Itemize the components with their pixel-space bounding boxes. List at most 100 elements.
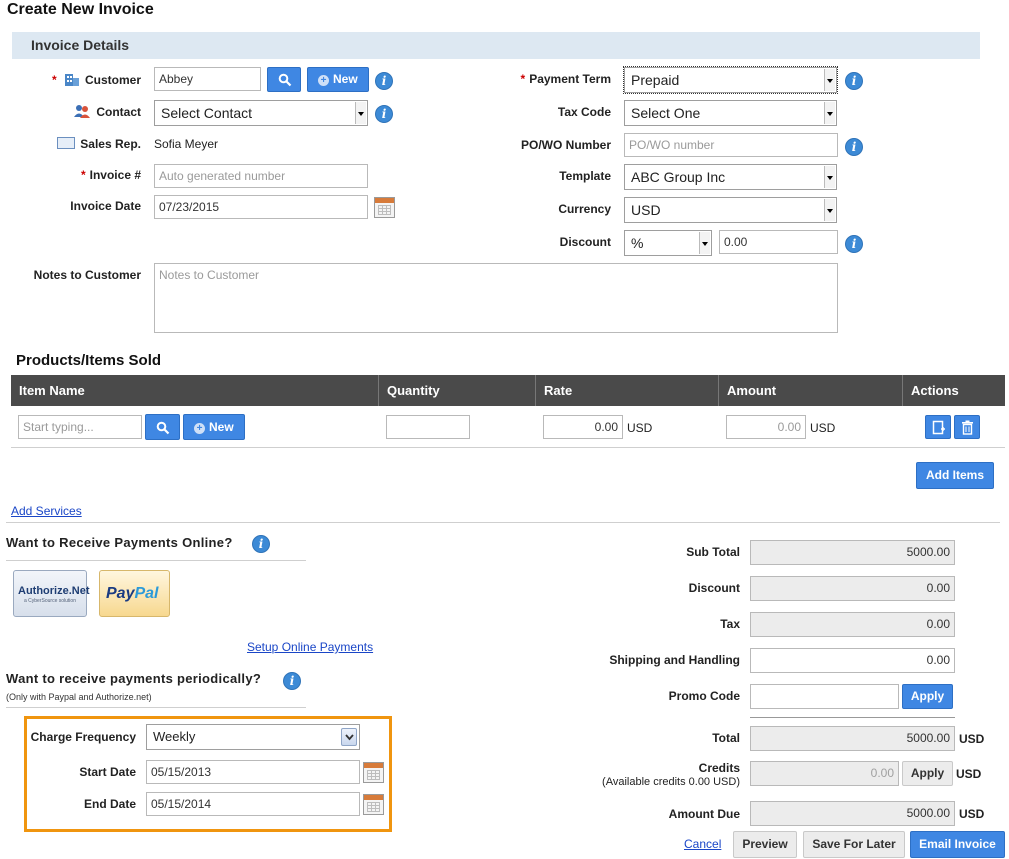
- notes-label: Notes to Customer: [33, 268, 141, 282]
- contact-info-icon[interactable]: i: [375, 105, 393, 123]
- promo-apply-button[interactable]: Apply: [902, 684, 953, 709]
- tax-code-select[interactable]: Select One: [624, 100, 837, 126]
- available-credits-note: (Available credits 0.00 USD): [602, 776, 740, 788]
- credits-currency: USD: [956, 767, 982, 781]
- periodic-heading: Want to receive payments periodically?: [6, 671, 262, 686]
- cancel-link[interactable]: Cancel: [684, 837, 721, 851]
- contact-label: Contact: [40, 104, 141, 119]
- charge-frequency-label: Charge Frequency: [30, 730, 136, 744]
- po-wo-input[interactable]: PO/WO number: [624, 133, 838, 157]
- add-services-link[interactable]: Add Services: [11, 504, 82, 518]
- amount-due-currency: USD: [959, 807, 985, 821]
- paypal-logo[interactable]: PayPal: [99, 570, 170, 617]
- authorize-net-logo[interactable]: Authorize.Net a CyberSource solution: [13, 570, 90, 617]
- invoice-date-input[interactable]: 07/23/2015: [154, 195, 368, 219]
- col-item-name: Item Name: [19, 383, 85, 398]
- delete-row-button[interactable]: [954, 415, 980, 439]
- col-amount: Amount: [727, 383, 777, 398]
- discount-summary-value: 0.00: [750, 576, 955, 601]
- online-payments-divider: [6, 560, 306, 561]
- tax-code-label: Tax Code: [557, 105, 611, 119]
- template-select[interactable]: ABC Group Inc: [624, 164, 837, 190]
- promo-code-input[interactable]: [750, 684, 899, 709]
- chevron-down-icon: [355, 102, 366, 124]
- customer-input[interactable]: Abbey: [154, 67, 261, 91]
- item-new-button[interactable]: + New: [183, 414, 245, 440]
- item-search-button[interactable]: [145, 414, 180, 440]
- periodic-info-icon[interactable]: i: [283, 672, 301, 690]
- start-date-input[interactable]: 05/15/2013: [146, 760, 360, 784]
- total-value: 5000.00: [750, 726, 955, 751]
- invoice-number-input[interactable]: Auto generated number: [154, 164, 368, 188]
- end-date-label: End Date: [83, 797, 136, 811]
- notes-textarea[interactable]: Notes to Customer: [154, 263, 838, 333]
- periodic-divider: [6, 707, 306, 708]
- currency-label: Currency: [558, 202, 611, 216]
- calendar-icon[interactable]: [374, 197, 395, 218]
- col-quantity: Quantity: [387, 383, 440, 398]
- online-payments-info-icon[interactable]: i: [252, 535, 270, 553]
- chevron-down-icon: [341, 728, 357, 746]
- discount-summary-label: Discount: [688, 581, 740, 595]
- email-invoice-button[interactable]: Email Invoice: [910, 831, 1005, 858]
- discount-info-icon[interactable]: i: [845, 235, 863, 253]
- add-document-icon: [932, 420, 945, 435]
- invoice-date-label: Invoice Date: [70, 199, 141, 213]
- discount-label: Discount: [559, 235, 611, 249]
- customer-info-icon[interactable]: i: [375, 72, 393, 90]
- item-name-input[interactable]: Start typing...: [18, 415, 142, 439]
- plus-icon: +: [318, 75, 329, 86]
- shipping-label: Shipping and Handling: [609, 653, 740, 667]
- currency-select[interactable]: USD: [624, 197, 837, 223]
- online-payments-heading: Want to Receive Payments Online?: [6, 535, 233, 550]
- charge-frequency-select[interactable]: Weekly: [146, 724, 360, 750]
- amount-due-label: Amount Due: [668, 807, 740, 821]
- periodic-note: (Only with Paypal and Authorize.net): [6, 692, 152, 702]
- invoice-details-heading: Invoice Details: [31, 37, 130, 53]
- save-for-later-button[interactable]: Save For Later: [803, 831, 905, 858]
- credits-apply-button[interactable]: Apply: [902, 761, 953, 786]
- promo-code-label: Promo Code: [668, 689, 740, 703]
- discount-input[interactable]: 0.00: [719, 230, 838, 254]
- quantity-input[interactable]: [386, 415, 470, 439]
- preview-button[interactable]: Preview: [733, 831, 797, 858]
- add-row-button[interactable]: [925, 415, 951, 439]
- page-title: Create New Invoice: [7, 1, 154, 18]
- contact-select[interactable]: Select Contact: [154, 100, 368, 126]
- po-wo-info-icon[interactable]: i: [845, 138, 863, 156]
- calendar-icon[interactable]: [363, 794, 384, 815]
- customer-search-button[interactable]: [267, 67, 301, 92]
- invoice-number-label: * Invoice #: [80, 168, 141, 182]
- products-heading: Products/Items Sold: [16, 352, 162, 369]
- subtotal-value: 5000.00: [750, 540, 955, 565]
- chevron-down-icon: [824, 166, 835, 188]
- subtotal-label: Sub Total: [686, 545, 740, 559]
- contacts-icon: [73, 104, 91, 118]
- customer-new-button[interactable]: + New: [307, 67, 369, 92]
- row-divider: [11, 447, 1005, 448]
- payment-term-select[interactable]: Prepaid: [623, 66, 838, 94]
- amount-input: 0.00: [726, 415, 806, 439]
- rate-input[interactable]: 0.00: [543, 415, 623, 439]
- payment-term-label: * Payment Term: [520, 72, 611, 86]
- total-label: Total: [712, 731, 740, 745]
- add-items-button[interactable]: Add Items: [916, 462, 994, 489]
- amount-due-value: 5000.00: [750, 801, 955, 826]
- setup-online-payments-link[interactable]: Setup Online Payments: [247, 640, 373, 654]
- customer-label: * Customer: [51, 73, 141, 87]
- end-date-input[interactable]: 05/15/2014: [146, 792, 360, 816]
- chevron-down-icon: [824, 199, 835, 221]
- calendar-icon[interactable]: [363, 762, 384, 783]
- sales-rep-label: Sales Rep.: [40, 137, 141, 151]
- discount-type-select[interactable]: %: [624, 230, 712, 256]
- tax-label: Tax: [720, 617, 740, 631]
- trash-icon: [962, 420, 973, 435]
- chevron-down-icon: [824, 69, 835, 91]
- payment-term-info-icon[interactable]: i: [845, 72, 863, 90]
- total-currency: USD: [959, 732, 985, 746]
- rate-currency: USD: [627, 421, 653, 435]
- shipping-input[interactable]: 0.00: [750, 648, 955, 673]
- chevron-down-icon: [699, 232, 710, 254]
- col-rate: Rate: [544, 383, 573, 398]
- section-divider: [6, 522, 1000, 523]
